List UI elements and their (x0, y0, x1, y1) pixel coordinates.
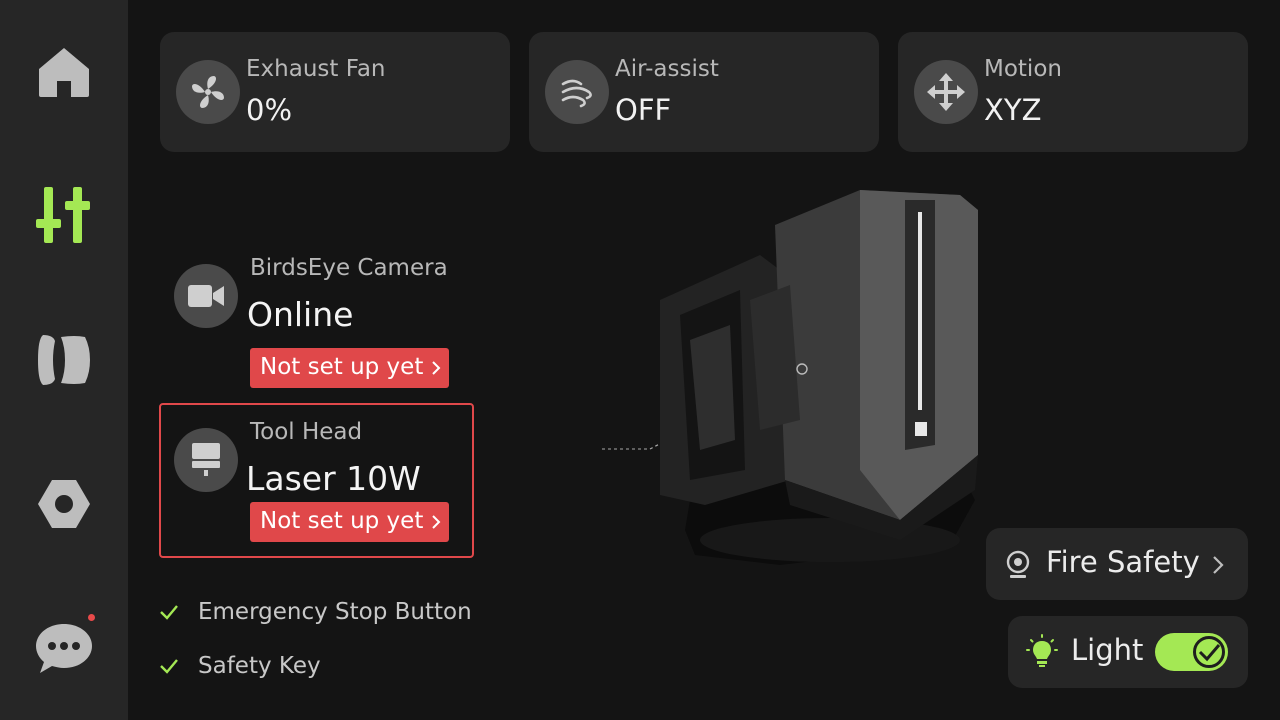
chevron-right-icon (432, 361, 441, 375)
chevron-right-icon (432, 515, 441, 529)
safety-key-label: Safety Key (198, 653, 321, 679)
fan-icon (176, 60, 240, 124)
filament-spool-icon (38, 335, 90, 385)
camera-setup-label: Not set up yet (260, 354, 424, 380)
checkmark-icon (160, 605, 178, 620)
sidebar-item-home[interactable] (24, 32, 104, 112)
sensor-icon (1006, 550, 1030, 578)
camera-label: BirdsEye Camera (250, 255, 448, 281)
move-arrows-icon (914, 60, 978, 124)
toggle-knob (1193, 636, 1225, 668)
toolhead-setup-button[interactable]: Not set up yet (250, 502, 449, 542)
camera-icon (174, 264, 238, 328)
light-card: Light (1008, 616, 1248, 688)
exhaust-fan-label: Exhaust Fan (246, 56, 386, 82)
sidebar (0, 0, 128, 720)
chevron-right-icon (1213, 556, 1224, 574)
fire-safety-card[interactable]: Fire Safety (986, 528, 1248, 600)
exhaust-fan-card[interactable]: Exhaust Fan 0% (160, 32, 510, 152)
toolhead-icon (174, 428, 238, 492)
air-assist-label: Air-assist (615, 56, 719, 82)
air-assist-value: OFF (615, 93, 672, 127)
emergency-stop-label: Emergency Stop Button (198, 599, 472, 625)
air-assist-card[interactable]: Air-assist OFF (529, 32, 879, 152)
toolhead-setup-label: Not set up yet (260, 508, 424, 534)
chat-bubble-icon (36, 624, 92, 673)
notification-dot (88, 614, 95, 621)
lightbulb-icon (1026, 634, 1058, 667)
toolhead-label: Tool Head (250, 419, 363, 445)
light-toggle[interactable] (1155, 633, 1228, 671)
wind-icon (545, 60, 609, 124)
motion-label: Motion (984, 56, 1062, 82)
hex-nut-icon (38, 480, 90, 528)
camera-status: Online (247, 295, 354, 334)
emergency-stop-check: Emergency Stop Button (158, 596, 472, 628)
safety-key-check: Safety Key (158, 650, 321, 682)
motion-card[interactable]: Motion XYZ (898, 32, 1248, 152)
checkmark-icon (160, 659, 178, 674)
sliders-icon (36, 187, 90, 243)
motion-value: XYZ (984, 93, 1042, 127)
sidebar-item-settings[interactable] (24, 464, 104, 544)
checkmark-icon (1198, 644, 1221, 662)
sidebar-item-messages[interactable] (24, 608, 104, 688)
sidebar-item-controls[interactable] (24, 175, 104, 255)
exhaust-fan-value: 0% (246, 93, 293, 127)
camera-setup-button[interactable]: Not set up yet (250, 348, 449, 388)
home-icon (39, 48, 89, 97)
toolhead-value: Laser 10W (246, 459, 421, 498)
light-label: Light (1071, 633, 1144, 667)
fire-safety-label: Fire Safety (1046, 545, 1200, 579)
laser-toolhead-illustration (600, 190, 978, 565)
sidebar-item-filament[interactable] (24, 320, 104, 400)
